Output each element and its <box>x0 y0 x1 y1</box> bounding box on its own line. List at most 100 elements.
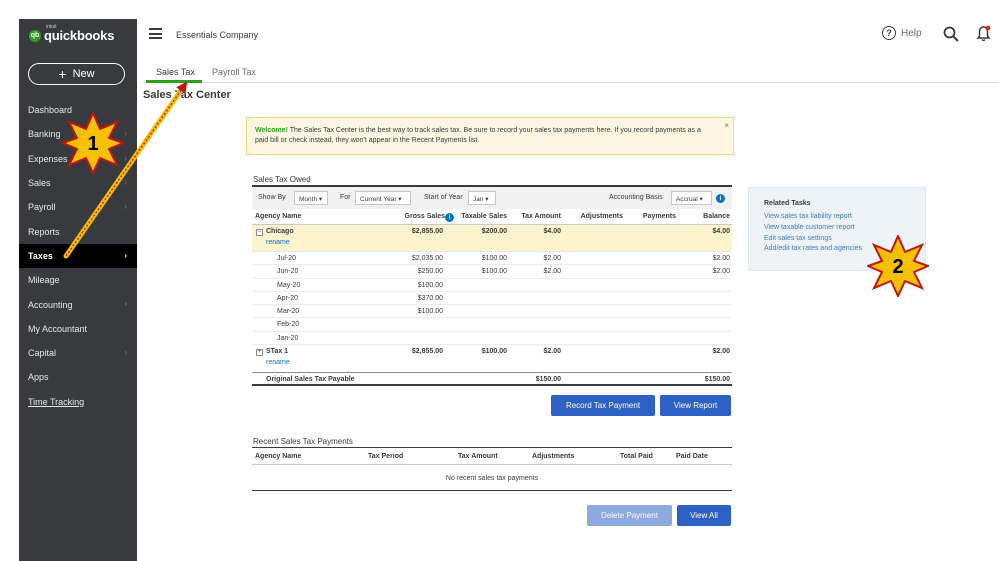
sidebar-item-time-tracking[interactable]: Time Tracking <box>19 390 137 414</box>
qb-logo-icon: qb <box>29 29 41 42</box>
sidebar-item-sales[interactable]: Sales › <box>19 171 137 195</box>
view-report-button[interactable]: View Report <box>660 395 731 416</box>
gross-sales-value: $2,855.00 <box>411 228 443 235</box>
column-header: Agency Name <box>255 453 302 460</box>
sidebar-item-taxes[interactable]: Taxes › <box>19 243 137 269</box>
collapse-icon[interactable]: − <box>256 229 263 236</box>
sidebar-item-reports[interactable]: Reports <box>19 219 137 243</box>
divider <box>252 447 732 448</box>
banner-text: The Sales Tax Center is the best way to … <box>255 127 701 144</box>
balance-value: $2.00 <box>712 268 730 276</box>
table-row: Mar-20 $100.00 <box>252 305 732 319</box>
show-by-select[interactable]: Month ▾ <box>294 191 328 205</box>
delete-payment-button[interactable]: Delete Payment <box>587 505 672 526</box>
sidebar-item-label: Taxes <box>28 250 53 261</box>
agency-name: STax 1 <box>266 348 289 356</box>
expand-icon[interactable]: + <box>256 349 263 357</box>
rename-link[interactable]: rename <box>266 239 290 246</box>
logo-text: quickbooks <box>44 28 115 43</box>
view-all-button[interactable]: View All <box>677 505 731 526</box>
sidebar-item-label: Accounting <box>28 299 73 310</box>
sidebar-item-capital[interactable]: Capital › <box>19 341 137 365</box>
page-title: Sales Tax Center <box>143 89 231 101</box>
help-button[interactable]: ? Help <box>882 26 922 40</box>
column-header: Adjustments <box>580 213 623 220</box>
chevron-right-icon: › <box>124 177 127 187</box>
gross-sales-value: $100.00 <box>417 308 443 316</box>
gross-sales-value: $2,855.00 <box>411 348 443 356</box>
column-header: Gross Sales <box>404 213 445 220</box>
show-by-label: Show By <box>258 194 286 201</box>
taxable-sales-value: $100.00 <box>481 255 507 262</box>
table-row: Apr-20 $370.00 <box>252 292 732 306</box>
help-icon: ? <box>882 26 896 40</box>
sidebar-item-label: Capital <box>28 348 57 359</box>
tax-amount-value: $2.00 <box>543 348 561 356</box>
sidebar-item-label: My Accountant <box>28 323 88 334</box>
start-of-year-select[interactable]: Jan ▾ <box>468 191 496 205</box>
record-tax-payment-button[interactable]: Record Tax Payment <box>551 395 655 416</box>
tax-amount-value: $2.00 <box>543 255 561 262</box>
agency-row[interactable]: + STax 1 rename $2,855.00 $100.00 $2.00 $2.00 <box>252 345 732 372</box>
for-select[interactable]: Current Year ▾ <box>355 191 411 205</box>
logo[interactable]: qb intuit quickbooks <box>29 24 115 43</box>
column-header: Taxable Sales <box>461 213 507 220</box>
sidebar-item-accounting[interactable]: Accounting › <box>19 292 137 316</box>
sidebar-item-my-accountant[interactable]: My Accountant <box>19 317 137 341</box>
sidebar-item-mileage[interactable]: Mileage <box>19 268 137 292</box>
month-label: Jun-20 <box>277 268 299 276</box>
balance-value: $2.00 <box>712 255 730 262</box>
info-icon[interactable]: i <box>445 213 454 222</box>
column-header: Tax Period <box>368 453 404 460</box>
sidebar-item-apps[interactable]: Apps <box>19 365 137 389</box>
sidebar-item-payroll[interactable]: Payroll › <box>19 195 137 219</box>
column-header: Tax Amount <box>521 213 561 220</box>
menu-icon[interactable] <box>149 28 162 39</box>
chevron-right-icon: › <box>124 299 127 309</box>
chevron-right-icon: › <box>124 250 127 260</box>
related-tasks-title: Related Tasks <box>764 200 811 207</box>
tab-payroll-tax[interactable]: Payroll Tax <box>212 67 256 77</box>
total-balance-value: $150.00 <box>704 376 730 384</box>
sidebar-item-label: Sales <box>28 178 51 189</box>
callout-badge-2: 2 <box>867 235 929 297</box>
new-button-label: New <box>72 68 95 80</box>
balance-value: $4.00 <box>712 228 730 235</box>
taxable-sales-value: $100.00 <box>481 348 507 356</box>
sidebar-item-label: Mileage <box>28 275 60 286</box>
sidebar-item-label: Time Tracking <box>28 396 85 407</box>
notification-bell-icon[interactable] <box>976 25 991 42</box>
total-tax-value: $150.00 <box>535 376 561 384</box>
close-icon[interactable]: × <box>724 121 729 131</box>
recent-table-header: Agency Name Tax Period Tax Amount Adjust… <box>252 449 732 465</box>
tax-amount-value: $4.00 <box>543 228 561 235</box>
column-header: Total Paid <box>620 453 653 460</box>
month-label: Mar-20 <box>277 308 300 316</box>
for-label: For <box>340 194 351 201</box>
callout-badge-1: 1 <box>62 112 124 174</box>
company-name: Essentials Company <box>176 30 259 40</box>
sidebar-item-label: Payroll <box>28 202 56 213</box>
table-row: Jul-20 $2,035.00 $100.00 $2.00 $2.00 <box>252 252 732 266</box>
chevron-right-icon: › <box>124 153 127 163</box>
agency-row[interactable]: − Chicago rename $2,855.00 $200.00 $4.00 $4.00 <box>252 225 732 252</box>
tab-bar: Sales Tax Payroll Tax <box>143 62 999 83</box>
sidebar-item-label: Banking <box>28 129 61 140</box>
table-row: Feb-20 <box>252 318 732 332</box>
empty-state-message: No recent sales tax payments <box>252 466 732 491</box>
welcome-banner: Welcome! The Sales Tax Center is the bes… <box>246 117 734 155</box>
link-taxable-customer-report[interactable]: View taxable customer report <box>764 223 925 234</box>
link-liability-report[interactable]: View sales tax liability report <box>764 212 925 223</box>
search-icon[interactable] <box>943 26 959 42</box>
gross-sales-value: $100.00 <box>417 281 443 289</box>
rename-link[interactable]: rename <box>266 359 290 366</box>
sidebar-item-label: Apps <box>28 372 49 383</box>
gross-sales-value: $2,035.00 <box>411 255 443 262</box>
column-header: Adjustments <box>532 453 575 460</box>
tab-sales-tax[interactable]: Sales Tax <box>156 67 195 77</box>
total-row: Original Sales Tax Payable $150.00 $150.00 <box>252 372 732 387</box>
month-label: May-20 <box>277 281 301 289</box>
new-button[interactable]: + New <box>28 63 125 85</box>
info-icon[interactable]: i <box>716 194 725 203</box>
accounting-basis-select[interactable]: Accrual ▾ <box>671 191 712 205</box>
